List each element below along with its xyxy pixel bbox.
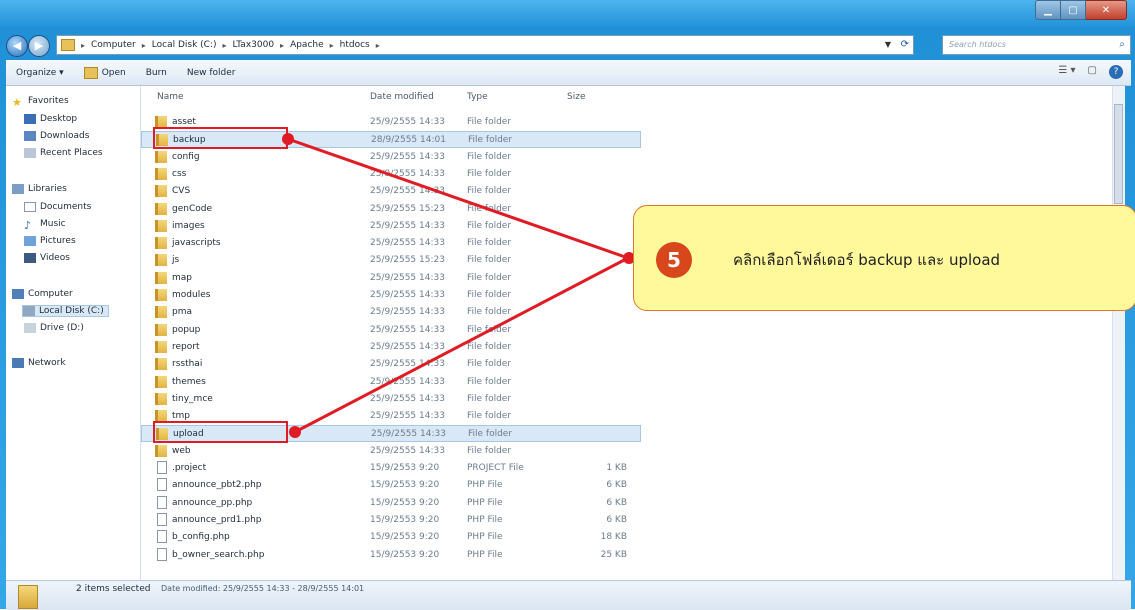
arrow-dot-backup <box>282 133 294 145</box>
step-number-badge: 5 <box>656 242 692 278</box>
instruction-callout: 5 คลิกเลือกโฟล์เดอร์ backup และ upload <box>633 205 1135 311</box>
arrow-line-upload <box>294 256 629 434</box>
arrow-line-backup <box>287 137 629 260</box>
instruction-text: คลิกเลือกโฟล์เดอร์ backup และ upload <box>733 251 1001 269</box>
arrow-dot-upload <box>289 426 301 438</box>
